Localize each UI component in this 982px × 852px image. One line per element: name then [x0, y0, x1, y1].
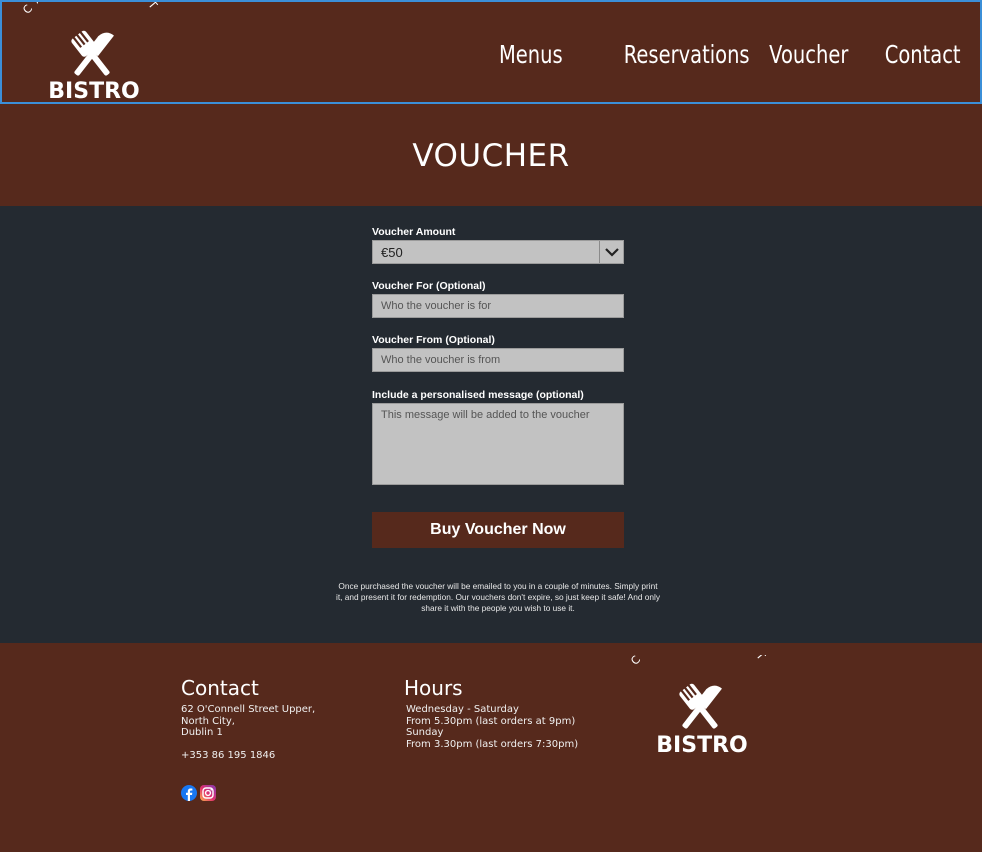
phone-number[interactable]: +353 86 195 1846: [181, 750, 275, 762]
site-header: CANDLELIGHT BISTRO Menus Reservations: [0, 0, 982, 104]
voucher-for-label: Voucher For (Optional): [372, 280, 486, 292]
nav-menus[interactable]: Menus: [499, 40, 563, 69]
logo-bottom-text: BISTRO: [48, 79, 139, 104]
hours-heading: Hours: [404, 676, 463, 700]
chevron-down-icon[interactable]: [599, 241, 623, 263]
address-line-1: 62 O'Connell Street Upper,: [181, 704, 316, 715]
address-line-3: Dublin 1: [181, 727, 223, 738]
amount-label: Voucher Amount: [372, 226, 456, 238]
nav-reservations[interactable]: Reservations: [624, 40, 750, 69]
voucher-note: Once purchased the voucher will be email…: [336, 581, 660, 613]
hours-line-4: From 3.30pm (last orders 7:30pm): [406, 738, 579, 750]
page-title: VOUCHER: [412, 138, 570, 174]
nav-contact[interactable]: Contact: [885, 40, 961, 69]
hours-line-1: Wednesday - Saturday: [406, 704, 519, 715]
message-textarea[interactable]: [372, 403, 624, 485]
site-footer: Contact 62 O'Connell Street Upper, North…: [0, 622, 982, 852]
voucher-amount-select[interactable]: €50: [372, 240, 624, 264]
message-label: Include a personalised message (optional…: [372, 389, 584, 401]
footer-logo-bottom-text: BISTRO: [656, 733, 747, 758]
voucher-for-input[interactable]: [372, 294, 624, 318]
logo-top-text: CANDLELIGHT: [20, 0, 157, 17]
buy-voucher-button[interactable]: Buy Voucher Now: [372, 512, 624, 548]
nav-voucher[interactable]: Voucher: [769, 40, 848, 69]
fork-knife-icon: [679, 683, 722, 729]
instagram-icon[interactable]: [200, 785, 216, 801]
footer-logo-top-text: CANDLELIGHT: [628, 622, 765, 667]
voucher-from-input[interactable]: [372, 348, 624, 372]
hours-line-3: Sunday: [406, 727, 444, 738]
logo[interactable]: CANDLELIGHT BISTRO: [2, 0, 182, 106]
address-line-2: North City,: [181, 715, 235, 727]
hours-line-2: From 5.30pm (last orders at 9pm): [406, 715, 576, 727]
fork-knife-icon: [71, 30, 114, 76]
svg-text:CANDLELIGHT: CANDLELIGHT: [628, 655, 772, 668]
contact-heading: Contact: [181, 676, 259, 700]
svg-text:CANDLELIGHT: CANDLELIGHT: [20, 2, 164, 17]
facebook-icon[interactable]: [181, 785, 197, 801]
title-band: VOUCHER: [0, 104, 982, 206]
social-links: [181, 785, 216, 801]
voucher-from-label: Voucher From (Optional): [372, 334, 495, 346]
amount-value: €50: [381, 245, 403, 260]
footer-logo[interactable]: CANDLELIGHT BISTRO: [614, 622, 784, 759]
